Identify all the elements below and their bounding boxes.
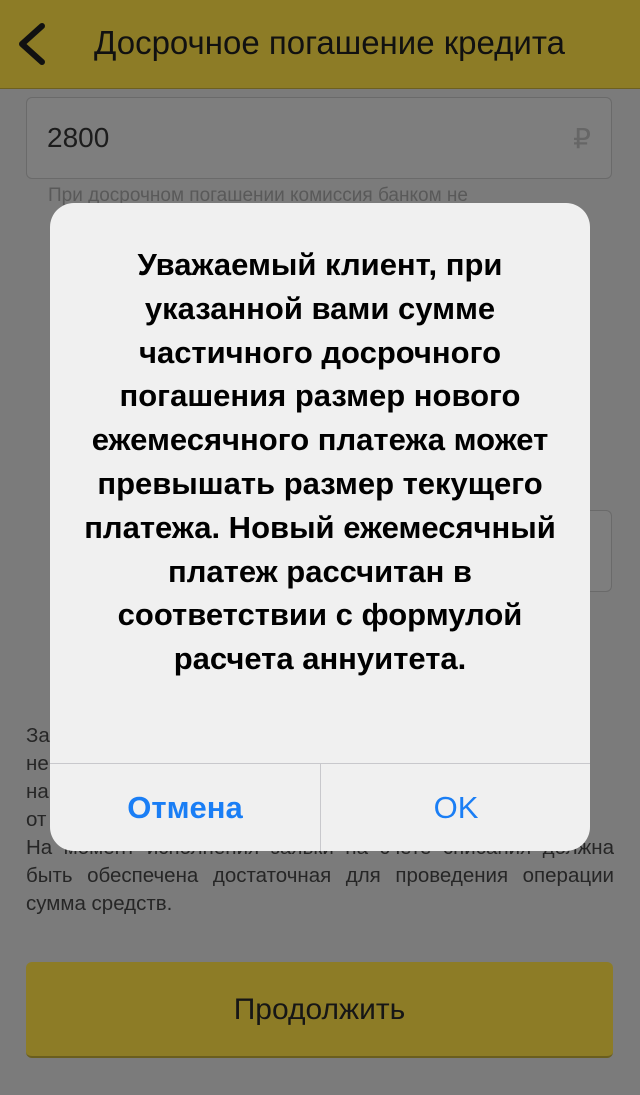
amount-value: 2800 xyxy=(47,122,110,153)
continue-button-label: Продолжить xyxy=(233,993,406,1026)
ok-button[interactable]: OK xyxy=(321,764,590,851)
dialog-message: Уважаемый клиент, при указанной вами сум… xyxy=(84,247,556,677)
chevron-left-icon xyxy=(19,23,45,65)
amount-input[interactable]: 2800 ₽ xyxy=(26,97,612,179)
cancel-button[interactable]: Отмена xyxy=(50,764,320,851)
app-header: Досрочное погашение кредита xyxy=(0,0,640,89)
ruble-icon: ₽ xyxy=(573,123,591,154)
continue-button[interactable]: Продолжить xyxy=(26,962,613,1058)
page-title: Досрочное погашение кредита xyxy=(94,24,565,61)
back-button[interactable] xyxy=(12,20,56,68)
alert-dialog: Уважаемый клиент, при указанной вами сум… xyxy=(50,203,590,851)
